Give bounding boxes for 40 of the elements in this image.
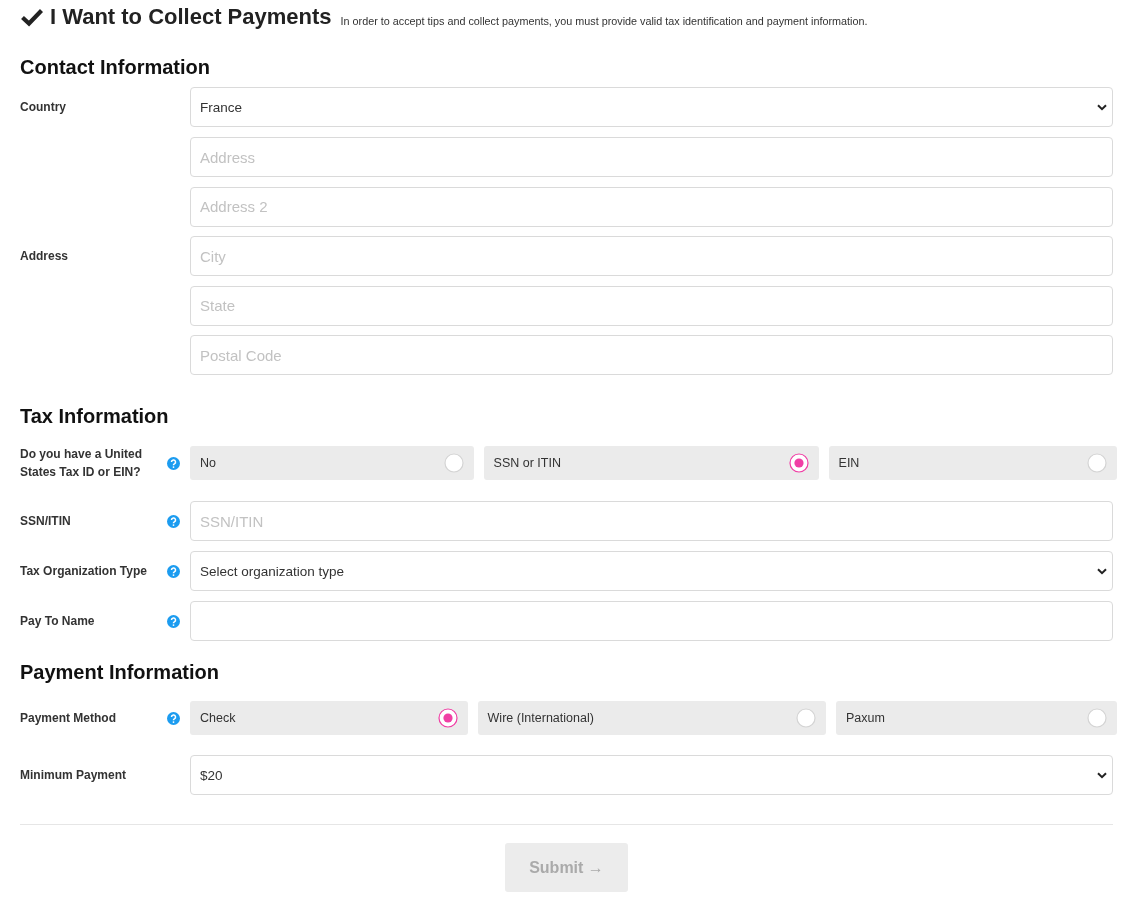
dropdown-select[interactable]: $20 [190,755,1113,796]
field-label: Payment Method [20,710,117,728]
field-label: Do you have a United States Tax ID or EIN? [20,446,144,482]
radio-option[interactable]: SSN or ITIN [483,446,819,481]
field-label: Address [20,248,70,266]
text-field[interactable]: State [190,285,1113,326]
field-label: SSN/ITIN [20,513,72,531]
text-field[interactable]: Address 2 [190,186,1113,227]
text-field[interactable]: Postal Code [190,335,1113,376]
checkmark-icon [20,7,44,27]
radio-option[interactable]: Check [190,701,468,736]
help-icon[interactable] [167,711,180,725]
radio-option[interactable]: No [190,446,474,481]
dropdown-select[interactable]: Select organization type [190,551,1113,592]
text-field[interactable]: City [190,236,1113,277]
help-icon[interactable] [167,456,180,470]
help-icon[interactable] [167,564,180,578]
chevron-down-icon [1097,771,1107,779]
chevron-down-icon [1097,567,1107,575]
section-heading: Contact Information [20,55,211,80]
chevron-down-icon [1097,103,1107,111]
field-label: Tax Organization Type [20,563,148,581]
radio-option[interactable]: Wire (International) [477,701,826,736]
section-heading: Payment Information [20,660,220,686]
field-label: Country [20,99,67,116]
radio-button[interactable] [788,453,809,474]
text-field[interactable] [190,601,1113,642]
text-field[interactable]: SSN/ITIN [190,501,1113,542]
section-heading: Tax Information [20,404,170,430]
text-field[interactable]: Address [190,137,1113,177]
field-label: Minimum Payment [20,767,128,785]
radio-option[interactable]: Paxum [836,701,1117,736]
dropdown-select[interactable]: France [190,87,1113,127]
page-description: In order to accept tips and collect payments, you must provide valid tax identification and payment information. [340,14,868,27]
radio-option[interactable]: EIN [828,446,1117,481]
radio-button[interactable] [437,708,458,729]
page-title: I Want to Collect Payments [50,3,332,31]
help-icon[interactable] [167,514,180,528]
field-label: Pay To Name [20,613,96,631]
help-icon[interactable] [167,614,180,628]
